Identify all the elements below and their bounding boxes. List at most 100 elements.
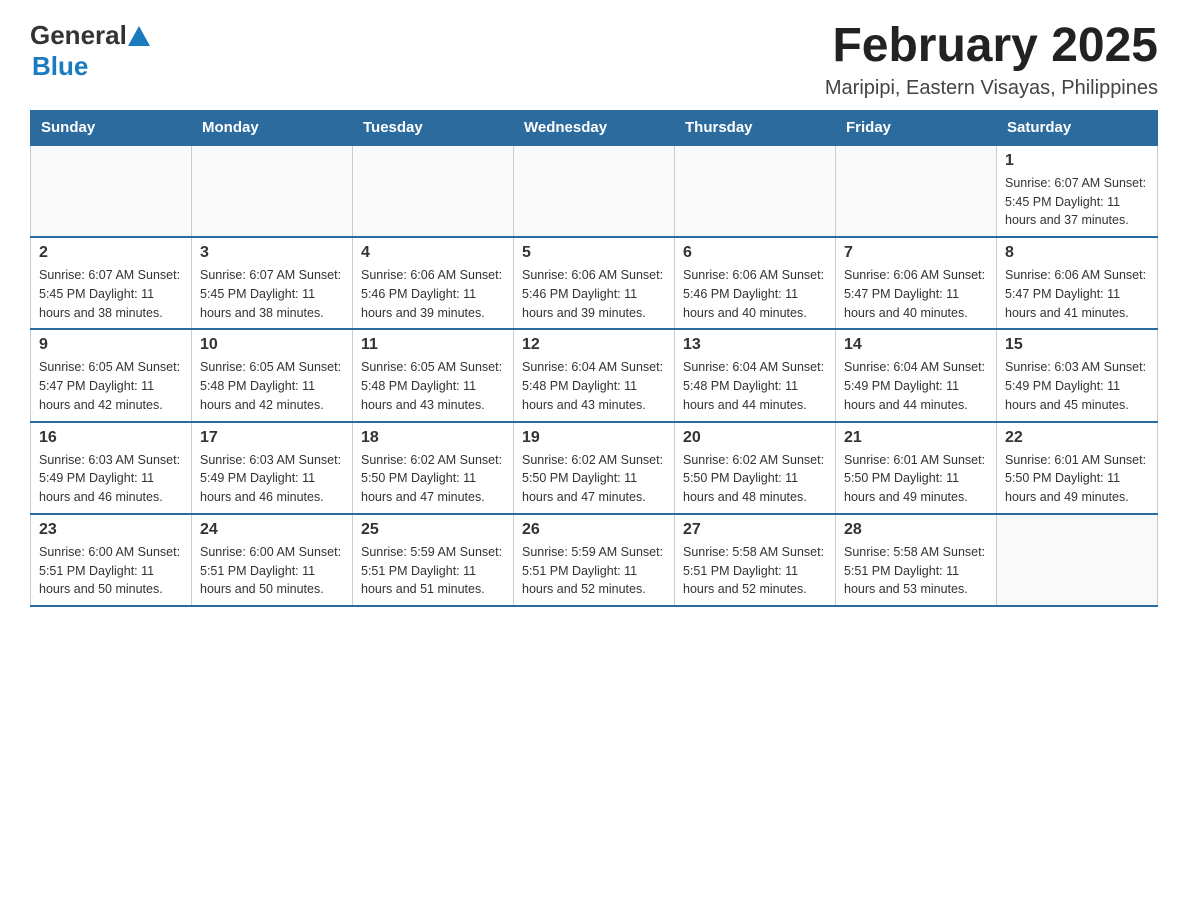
day-info: Sunrise: 5:59 AM Sunset: 5:51 PM Dayligh… bbox=[361, 543, 505, 599]
calendar-day-cell: 2 Sunrise: 6:07 AM Sunset: 5:45 PM Daylig… bbox=[31, 237, 192, 329]
day-info: Sunrise: 6:02 AM Sunset: 5:50 PM Dayligh… bbox=[683, 451, 827, 507]
day-info: Sunrise: 6:00 AM Sunset: 5:51 PM Dayligh… bbox=[200, 543, 344, 599]
calendar-day-cell: 16 Sunrise: 6:03 AM Sunset: 5:49 PM Dayli… bbox=[31, 422, 192, 514]
calendar-day-cell: 12Sunrise: 6:04 AM Sunset: 5:48 PM Dayli… bbox=[514, 329, 675, 421]
calendar-day-cell: 5 Sunrise: 6:06 AM Sunset: 5:46 PM Daylig… bbox=[514, 237, 675, 329]
day-number: 23 bbox=[39, 521, 183, 539]
calendar-day-cell bbox=[31, 145, 192, 237]
day-info: Sunrise: 6:04 AM Sunset: 5:49 PM Dayligh… bbox=[844, 358, 988, 414]
day-number: 11 bbox=[361, 336, 505, 354]
calendar-day-cell: 19 Sunrise: 6:02 AM Sunset: 5:50 PM Dayli… bbox=[514, 422, 675, 514]
day-number: 7 bbox=[844, 244, 988, 262]
day-info: Sunrise: 5:58 AM Sunset: 5:51 PM Dayligh… bbox=[844, 543, 988, 599]
calendar-day-cell: 14 Sunrise: 6:04 AM Sunset: 5:49 PM Dayli… bbox=[836, 329, 997, 421]
calendar-day-cell: 4 Sunrise: 6:06 AM Sunset: 5:46 PM Daylig… bbox=[353, 237, 514, 329]
calendar-day-cell: 25 Sunrise: 5:59 AM Sunset: 5:51 PM Dayli… bbox=[353, 514, 514, 606]
calendar-day-cell: 3 Sunrise: 6:07 AM Sunset: 5:45 PM Daylig… bbox=[192, 237, 353, 329]
day-number: 28 bbox=[844, 521, 988, 539]
day-info: Sunrise: 6:01 AM Sunset: 5:50 PM Dayligh… bbox=[1005, 451, 1149, 507]
day-number: 14 bbox=[844, 336, 988, 354]
day-number: 21 bbox=[844, 429, 988, 447]
day-info: Sunrise: 6:06 AM Sunset: 5:47 PM Dayligh… bbox=[1005, 266, 1149, 322]
calendar-day-cell: 21 Sunrise: 6:01 AM Sunset: 5:50 PM Dayli… bbox=[836, 422, 997, 514]
calendar-day-cell bbox=[353, 145, 514, 237]
calendar-day-cell bbox=[675, 145, 836, 237]
calendar-day-cell: 23Sunrise: 6:00 AM Sunset: 5:51 PM Dayli… bbox=[31, 514, 192, 606]
calendar-day-cell: 13Sunrise: 6:04 AM Sunset: 5:48 PM Dayli… bbox=[675, 329, 836, 421]
calendar-header-friday: Friday bbox=[836, 110, 997, 145]
logo-triangle-icon bbox=[128, 26, 150, 46]
calendar-table: SundayMondayTuesdayWednesdayThursdayFrid… bbox=[30, 110, 1158, 607]
day-number: 16 bbox=[39, 429, 183, 447]
calendar-week-row: 1 Sunrise: 6:07 AM Sunset: 5:45 PM Daylig… bbox=[31, 145, 1158, 237]
calendar-day-cell bbox=[514, 145, 675, 237]
day-info: Sunrise: 6:06 AM Sunset: 5:46 PM Dayligh… bbox=[361, 266, 505, 322]
calendar-day-cell: 6 Sunrise: 6:06 AM Sunset: 5:46 PM Daylig… bbox=[675, 237, 836, 329]
calendar-day-cell: 18 Sunrise: 6:02 AM Sunset: 5:50 PM Dayli… bbox=[353, 422, 514, 514]
day-info: Sunrise: 6:07 AM Sunset: 5:45 PM Dayligh… bbox=[200, 266, 344, 322]
calendar-day-cell: 22 Sunrise: 6:01 AM Sunset: 5:50 PM Dayli… bbox=[997, 422, 1158, 514]
day-number: 17 bbox=[200, 429, 344, 447]
title-area: February 2025 Maripipi, Eastern Visayas,… bbox=[825, 20, 1158, 100]
calendar-day-cell: 28 Sunrise: 5:58 AM Sunset: 5:51 PM Dayli… bbox=[836, 514, 997, 606]
day-number: 5 bbox=[522, 244, 666, 262]
calendar-week-row: 23 Sunrise: 6:00 AM Sunset: 5:51 PM Dayli… bbox=[31, 514, 1158, 606]
day-number: 6 bbox=[683, 244, 827, 262]
day-number: 4 bbox=[361, 244, 505, 262]
calendar-header-monday: Monday bbox=[192, 110, 353, 145]
day-number: 25 bbox=[361, 521, 505, 539]
day-number: 20 bbox=[683, 429, 827, 447]
day-info: Sunrise: 6:02 AM Sunset: 5:50 PM Dayligh… bbox=[522, 451, 666, 507]
day-number: 10 bbox=[200, 336, 344, 354]
day-info: Sunrise: 6:01 AM Sunset: 5:50 PM Dayligh… bbox=[844, 451, 988, 507]
calendar-day-cell: 8 Sunrise: 6:06 AM Sunset: 5:47 PM Daylig… bbox=[997, 237, 1158, 329]
day-number: 12 bbox=[522, 336, 666, 354]
day-info: Sunrise: 6:03 AM Sunset: 5:49 PM Dayligh… bbox=[1005, 358, 1149, 414]
calendar-week-row: 2 Sunrise: 6:07 AM Sunset: 5:45 PM Daylig… bbox=[31, 237, 1158, 329]
day-info: Sunrise: 6:03 AM Sunset: 5:49 PM Dayligh… bbox=[200, 451, 344, 507]
day-number: 24 bbox=[200, 521, 344, 539]
day-info: Sunrise: 6:06 AM Sunset: 5:46 PM Dayligh… bbox=[522, 266, 666, 322]
day-number: 26 bbox=[522, 521, 666, 539]
day-number: 1 bbox=[1005, 152, 1149, 170]
calendar-subtitle: Maripipi, Eastern Visayas, Philippines bbox=[825, 77, 1158, 100]
calendar-day-cell bbox=[192, 145, 353, 237]
page-header: General Blue February 2025 Maripipi, Eas… bbox=[30, 20, 1158, 100]
calendar-day-cell: 7 Sunrise: 6:06 AM Sunset: 5:47 PM Daylig… bbox=[836, 237, 997, 329]
day-info: Sunrise: 6:07 AM Sunset: 5:45 PM Dayligh… bbox=[1005, 174, 1149, 230]
day-number: 19 bbox=[522, 429, 666, 447]
calendar-day-cell: 11Sunrise: 6:05 AM Sunset: 5:48 PM Dayli… bbox=[353, 329, 514, 421]
day-info: Sunrise: 5:58 AM Sunset: 5:51 PM Dayligh… bbox=[683, 543, 827, 599]
calendar-day-cell: 20 Sunrise: 6:02 AM Sunset: 5:50 PM Dayli… bbox=[675, 422, 836, 514]
day-number: 22 bbox=[1005, 429, 1149, 447]
calendar-day-cell bbox=[997, 514, 1158, 606]
day-info: Sunrise: 6:02 AM Sunset: 5:50 PM Dayligh… bbox=[361, 451, 505, 507]
day-number: 18 bbox=[361, 429, 505, 447]
day-info: Sunrise: 6:07 AM Sunset: 5:45 PM Dayligh… bbox=[39, 266, 183, 322]
day-number: 2 bbox=[39, 244, 183, 262]
day-info: Sunrise: 6:05 AM Sunset: 5:48 PM Dayligh… bbox=[200, 358, 344, 414]
day-number: 13 bbox=[683, 336, 827, 354]
calendar-header-sunday: Sunday bbox=[31, 110, 192, 145]
day-number: 9 bbox=[39, 336, 183, 354]
day-number: 8 bbox=[1005, 244, 1149, 262]
calendar-header-thursday: Thursday bbox=[675, 110, 836, 145]
day-number: 15 bbox=[1005, 336, 1149, 354]
calendar-day-cell: 10 Sunrise: 6:05 AM Sunset: 5:48 PM Dayli… bbox=[192, 329, 353, 421]
day-info: Sunrise: 6:03 AM Sunset: 5:49 PM Dayligh… bbox=[39, 451, 183, 507]
day-info: Sunrise: 6:06 AM Sunset: 5:46 PM Dayligh… bbox=[683, 266, 827, 322]
calendar-day-cell: 15 Sunrise: 6:03 AM Sunset: 5:49 PM Dayli… bbox=[997, 329, 1158, 421]
day-info: Sunrise: 5:59 AM Sunset: 5:51 PM Dayligh… bbox=[522, 543, 666, 599]
day-info: Sunrise: 6:06 AM Sunset: 5:47 PM Dayligh… bbox=[844, 266, 988, 322]
calendar-header-wednesday: Wednesday bbox=[514, 110, 675, 145]
day-number: 3 bbox=[200, 244, 344, 262]
calendar-day-cell: 1 Sunrise: 6:07 AM Sunset: 5:45 PM Daylig… bbox=[997, 145, 1158, 237]
calendar-day-cell: 9Sunrise: 6:05 AM Sunset: 5:47 PM Daylig… bbox=[31, 329, 192, 421]
calendar-header-saturday: Saturday bbox=[997, 110, 1158, 145]
calendar-week-row: 16 Sunrise: 6:03 AM Sunset: 5:49 PM Dayli… bbox=[31, 422, 1158, 514]
calendar-day-cell: 26 Sunrise: 5:59 AM Sunset: 5:51 PM Dayli… bbox=[514, 514, 675, 606]
logo: General Blue bbox=[30, 20, 151, 82]
calendar-day-cell: 24 Sunrise: 6:00 AM Sunset: 5:51 PM Dayli… bbox=[192, 514, 353, 606]
logo-blue-text: Blue bbox=[32, 51, 88, 81]
calendar-title: February 2025 bbox=[825, 20, 1158, 73]
